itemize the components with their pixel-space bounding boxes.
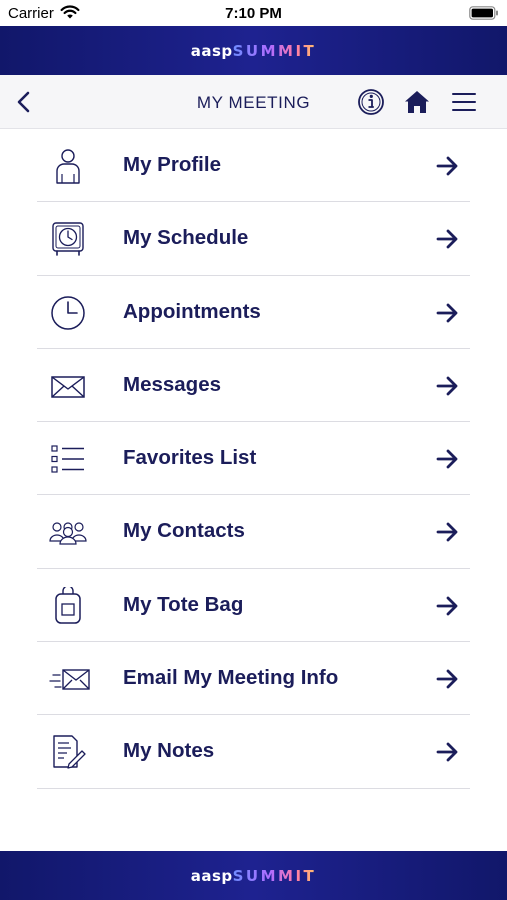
clock-icon (51, 295, 85, 330)
menu-item-messages[interactable]: Messages (37, 349, 470, 423)
group-icon (49, 522, 87, 546)
arrow-right-icon (436, 376, 458, 396)
envelope-icon (51, 376, 85, 398)
notes-icon (53, 735, 86, 770)
navigation-bar: MY MEETING (0, 75, 507, 129)
menu-item-favorites-list[interactable]: Favorites List (37, 422, 470, 496)
menu-item-email-my-meeting-info[interactable]: Email My Meeting Info (37, 642, 470, 716)
arrow-right-icon (436, 742, 458, 762)
arrow-right-icon (436, 229, 458, 249)
brand-logo: aaspSUMMIT (190, 866, 317, 885)
battery-icon (469, 6, 498, 20)
arrow-right-icon (436, 303, 458, 322)
status-bar: Carrier 7:10 PM (0, 0, 507, 26)
menu-item-my-profile[interactable]: My Profile (37, 129, 470, 203)
menu-item-my-schedule[interactable]: My Schedule (37, 202, 470, 276)
menu-item-label: Appointments (123, 299, 261, 323)
menu-item-my-contacts[interactable]: My Contacts (37, 495, 470, 569)
send-mail-icon (49, 669, 90, 690)
menu-item-label: Favorites List (123, 446, 257, 470)
hamburger-menu-icon[interactable] (451, 88, 477, 116)
checklist-icon (51, 445, 84, 473)
arrow-right-icon (436, 523, 458, 542)
menu-item-label: My Profile (123, 153, 221, 176)
status-time: 7:10 PM (225, 5, 282, 22)
menu-item-my-tote-bag[interactable]: My Tote Bag (37, 569, 470, 643)
menu-item-label: Email My Meeting Info (123, 666, 339, 690)
tote-bag-icon (55, 586, 81, 624)
menu-item-my-notes[interactable]: My Notes (37, 715, 470, 789)
menu-item-appointments[interactable]: Appointments (37, 276, 470, 349)
arrow-right-icon (436, 596, 458, 616)
home-icon[interactable] (403, 88, 431, 116)
menu-item-label: My Schedule (123, 226, 249, 250)
arrow-right-icon (436, 669, 458, 689)
menu-item-label: My Notes (123, 739, 215, 763)
menu-item-label: Messages (123, 372, 222, 396)
alarm-clock-icon (52, 222, 84, 257)
person-icon (56, 149, 80, 184)
arrow-right-icon (436, 449, 458, 469)
menu-item-label: My Contacts (123, 519, 245, 543)
brand-logo: aaspSUMMIT (190, 41, 317, 60)
arrow-right-icon (436, 156, 458, 176)
my-meeting-menu: My Profile My Schedule Appointments Mess… (37, 129, 470, 789)
info-icon[interactable] (357, 88, 385, 116)
brand-footer: aaspSUMMIT (0, 851, 507, 900)
menu-item-label: My Tote Bag (123, 592, 244, 616)
brand-header: aaspSUMMIT (0, 26, 507, 75)
